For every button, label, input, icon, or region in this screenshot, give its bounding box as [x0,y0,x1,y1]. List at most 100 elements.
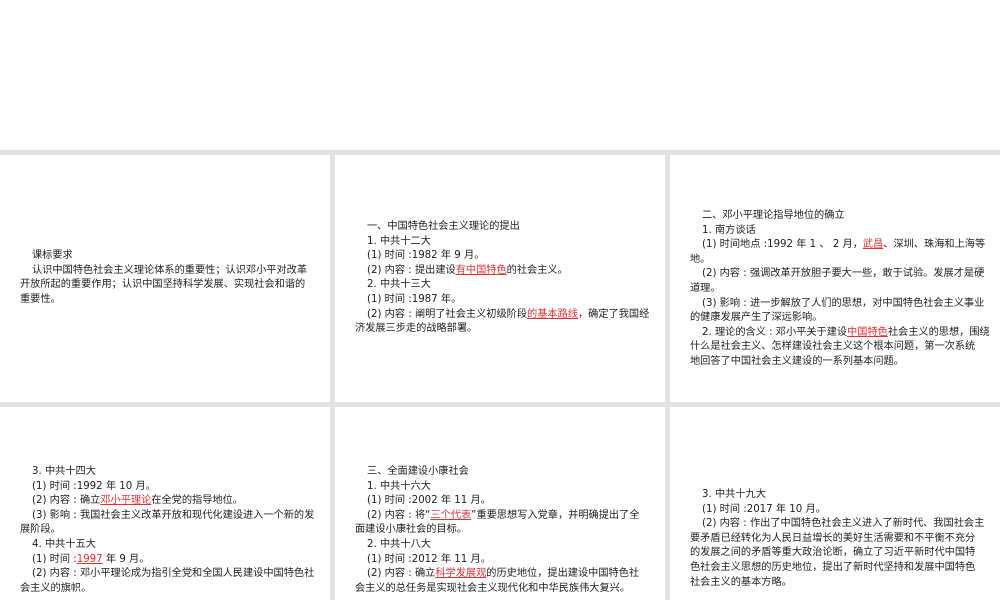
text-line: 课标要求 [20,249,306,264]
text-line: 地回答了中国社会主义建设的一系列基本问题。 [690,355,976,370]
text-line: (2) 内容 : 提出建设有中国特色的社会主义。 [355,264,641,279]
slide-section-3-cont[interactable]: 3. 中共十九大 (1) 时间 :2017 年 10 月。 (2) 内容 : 作出了… [670,407,1000,600]
text-segment: 的健康发展产生了深远影响。 [690,312,823,324]
text-segment: (1) 时间 :2012 年 11 月。 [367,553,491,565]
text-segment: 2. 中共十八大 [367,538,431,550]
text-line: 2. 中共十八大 [355,538,641,553]
text-segment: 面建设小康社会的目标。 [355,524,468,536]
text-line: 开放所起的重要作用；认识中国坚持科学发展、实现社会和谐的 [20,278,306,293]
text-line: 面建设小康社会的目标。 [355,523,641,538]
text-segment: 地回答了中国社会主义建设的一系列基本问题。 [690,355,904,367]
text-line: 什么是社会主义、怎样建设社会主义这个根本问题，第一次系统 [690,340,976,355]
text-line: 1. 南方谈话 [690,224,976,239]
text-segment: (1) 时间 : [32,553,77,565]
text-segment: 一、中国特色社会主义理论的提出 [367,221,520,232]
text-segment: (1) 时间 :1982 年 9 月。 [367,250,485,262]
answer-blank: 中国特色 [847,326,888,338]
text-line: (1) 时间 :1982 年 9 月。 [355,249,641,264]
text-segment: 认识中国特色社会主义理论体系的重要性；认识邓小平对改革 [32,264,308,276]
text-segment: (2) 内容 : 提出建设 [367,264,456,276]
text-line: 3. 中共十九大 [690,488,976,503]
text-segment: 地。 [690,253,711,265]
text-segment: 3. 中共十四大 [32,466,96,477]
text-segment: 的发展之间的矛盾等重大政治论断，确立了习近平新时代中国特 [690,547,976,559]
text-line: (1) 时间 :1997 年 9 月。 [20,553,306,568]
text-segment: 社会主义的思想，围绕 [887,326,990,338]
text-segment: 开放所起的重要作用；认识中国坚持科学发展、实现社会和谐的 [20,279,306,291]
slide-standards[interactable]: 课标要求认识中国特色社会主义理论体系的重要性；认识邓小平对改革开放所起的重要作用… [0,155,330,402]
text-segment: (1) 时间 :1992 年 10 月。 [32,480,156,492]
text-line: 2. 中共十三大 [355,278,641,293]
text-line: (1) 时间地点 :1992 年 1 、 2 月，武昌、深圳、珠海和上海等 [690,238,985,253]
answer-blank: 的基本路线 [527,308,578,320]
text-segment: (3) 影响 : 进一步解放了人们的思想，对中国特色社会主义事业 [702,297,985,309]
text-line: (2) 内容 : 确立科学发展观的历史地位，提出建设中国特色社 [355,567,641,582]
text-line: 二、邓小平理论指导地位的确立 [690,209,976,224]
text-line: (2) 内容 : 邓小平理论成为指引全党和全国人民建设中国特色社 [20,567,314,582]
text-segment: (2) 内容 : 邓小平理论成为指引全党和全国人民建设中国特色社 [32,568,315,580]
text-segment: 济发展三步走的战略部署。 [355,323,478,335]
text-segment: 会主义的旗帜。 [20,582,92,594]
text-segment: 重要性。 [20,293,61,305]
text-line: (1) 时间 :1987 年。 [355,293,641,308]
text-line: 道理。 [690,282,976,297]
text-segment: (2) 内容 : 作出了中国特色社会主义进入了新时代、我国社会主 [702,518,985,530]
text-segment: 1. 南方谈话 [702,224,756,236]
text-segment: ”重要思想写入党章，并明确提出了全 [471,509,640,521]
text-line: 一、中国特色社会主义理论的提出 [355,220,641,235]
text-line: (2) 内容 : 阐明了社会主义初级阶段的基本路线，确定了我国经 [355,308,649,323]
slide-section-2[interactable]: 二、邓小平理论指导地位的确立 1. 南方谈话 (1) 时间地点 :1992 年 1 … [670,155,1000,402]
text-segment: 会主义的总任务是实现社会主义现代化和中华民族伟大复兴。 [355,582,631,594]
text-segment: (2) 内容 : 强调改革开放胆子要大一些，敢于试验。发展才是硬 [702,268,985,280]
slide-text: 3. 中共十九大 (1) 时间 :2017 年 10 月。 (2) 内容 : 作出了… [690,488,984,591]
text-segment: (2) 内容 : 将“ [367,509,431,521]
text-line: 社会主义的基本方略。 [690,576,976,591]
answer-blank: 邓小平理论 [100,495,152,507]
text-segment: (2) 内容 : 确立 [367,568,436,580]
text-line: 要矛盾已经转化为人民日益增长的美好生活需要和不平衡不充分 [690,532,976,547]
text-segment: 色社会主义思想的历史地位，提出了新时代坚持和发展中国特色 [690,561,976,573]
text-segment: ，确定了我国经 [577,308,650,320]
slide-text: 二、邓小平理论指导地位的确立 1. 南方谈话 (1) 时间地点 :1992 年 1 … [690,209,990,370]
slide-text: 课标要求认识中国特色社会主义理论体系的重要性；认识邓小平对改革开放所起的重要作用… [20,249,308,307]
answer-blank: 有中国特色 [455,264,507,276]
text-line: 色社会主义思想的历史地位，提出了新时代坚持和发展中国特色 [690,561,976,576]
text-line: (2) 内容 : 强调改革开放胆子要大一些，敢于试验。发展才是硬 [690,267,984,282]
text-line: (1) 时间 :2017 年 10 月。 [690,503,976,518]
slide-section-2-cont[interactable]: 3. 中共十四大 (1) 时间 :1992 年 10 月。 (2) 内容 : 确立邓… [0,407,330,600]
slide-section-3[interactable]: 三、全面建设小康社会 1. 中共十六大 (1) 时间 :2002 年 11 月。 (2… [335,407,665,600]
slide-text: 三、全面建设小康社会 1. 中共十六大 (1) 时间 :2002 年 11 月。 (2… [355,465,641,596]
text-segment: 道理。 [690,282,721,294]
text-line: 会主义的总任务是实现社会主义现代化和中华民族伟大复兴。 [355,582,641,597]
text-segment: (2) 内容 : 阐明了社会主义初级阶段 [367,308,528,320]
text-segment: (1) 时间 :2002 年 11 月。 [367,495,491,507]
text-line: (2) 内容 : 将“三个代表”重要思想写入党章，并明确提出了全 [355,509,641,524]
answer-blank: 三个代表 [430,509,472,521]
text-line: 1. 中共十二大 [355,235,641,250]
text-line: 3. 中共十四大 [20,465,306,480]
text-segment: 1. 中共十六大 [367,480,431,492]
text-segment: 3. 中共十九大 [702,489,766,500]
text-line: (1) 时间 :2002 年 11 月。 [355,494,641,509]
text-line: 认识中国特色社会主义理论体系的重要性；认识邓小平对改革 [20,264,308,279]
text-line: 展阶段。 [20,523,306,538]
text-segment: (1) 时间 :2017 年 10 月。 [702,503,826,515]
text-segment: 、深圳、珠海和上海等 [883,239,986,251]
text-segment: 课标要求 [32,250,73,261]
text-line: 的发展之间的矛盾等重大政治论断，确立了习近平新时代中国特 [690,546,976,561]
text-segment: 展阶段。 [20,524,61,536]
text-line: (2) 内容 : 确立邓小平理论在全党的指导地位。 [20,494,306,509]
text-segment: 1. 中共十二大 [367,235,431,247]
text-segment: 在全党的指导地位。 [151,495,243,507]
slide-section-1[interactable]: 一、中国特色社会主义理论的提出 1. 中共十二大 (1) 时间 :1982 年 9 … [335,155,665,402]
text-line: (3) 影响 : 我国社会主义改革开放和现代化建设进入一个新的发 [20,509,314,524]
answer-blank: 1997 [76,553,103,565]
text-line: 会主义的旗帜。 [20,582,306,597]
text-segment: 2. 中共十三大 [367,279,431,291]
text-line: (2) 内容 : 作出了中国特色社会主义进入了新时代、我国社会主 [690,517,984,532]
text-line: 三、全面建设小康社会 [355,465,641,480]
text-segment: (2) 内容 : 确立 [32,495,101,507]
text-segment: 要矛盾已经转化为人民日益增长的美好生活需要和不平衡不充分 [690,532,976,544]
text-line: 2. 理论的含义 : 邓小平关于建设中国特色社会主义的思想，围绕 [690,326,990,341]
text-line: 1. 中共十六大 [355,480,641,495]
